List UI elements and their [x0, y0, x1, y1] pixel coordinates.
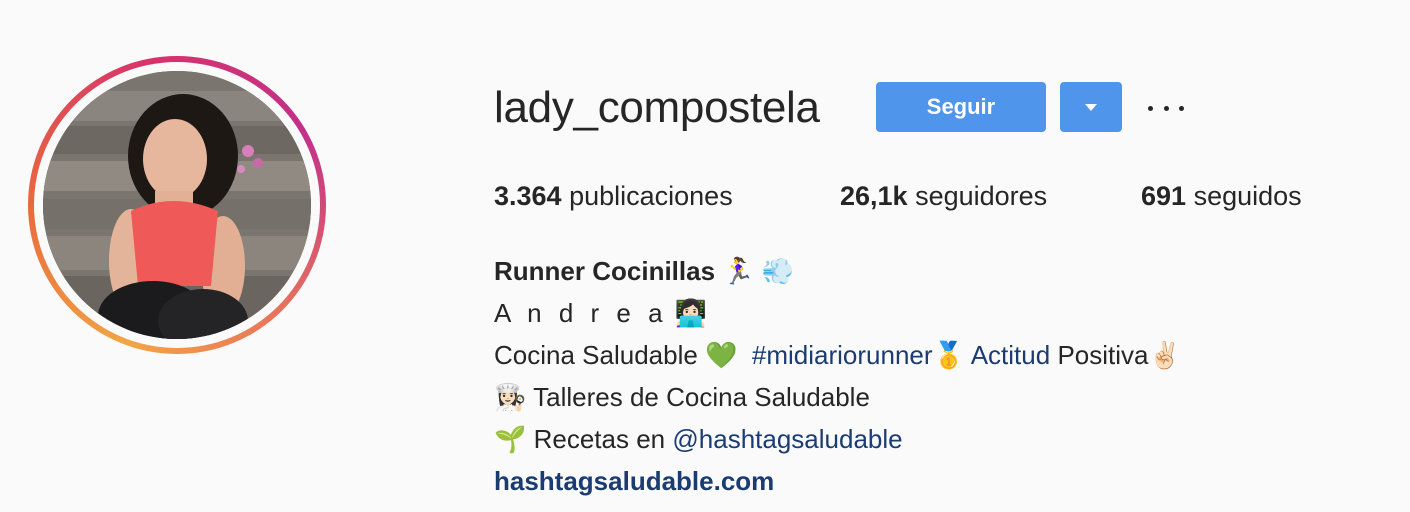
bio-line-4: 🌱 Recetas en @hashtagsaludable: [494, 420, 1181, 462]
followers-label: seguidores: [915, 181, 1048, 211]
following-label: seguidos: [1193, 181, 1302, 211]
suggestions-dropdown-button[interactable]: [1060, 82, 1122, 132]
seedling-emoji: 🌱: [494, 424, 527, 454]
cook-emoji: 👩🏻‍🍳: [494, 382, 527, 412]
following-stat[interactable]: 691 seguidos: [1141, 180, 1302, 212]
bio-website-line: hashtagsaludable.com: [494, 462, 1181, 504]
avatar-photo: [43, 71, 311, 339]
ellipsis-icon: [1148, 105, 1153, 111]
bio-line-1: A n d r e a 👩🏻‍💻: [494, 294, 1181, 336]
bio-line-3: 👩🏻‍🍳 Talleres de Cocina Saludable: [494, 378, 1181, 420]
follow-button[interactable]: Seguir: [876, 82, 1046, 132]
followers-stat[interactable]: 26,1k seguidores: [840, 180, 1047, 212]
bio-recetas: Recetas en: [533, 424, 666, 454]
following-count: 691: [1141, 181, 1187, 211]
actitud-link[interactable]: Actitud: [971, 340, 1051, 370]
bio-andrea: A n d r e a: [494, 298, 668, 328]
bio-line-2: Cocina Saludable 💚 #midiariorunner🥇 Acti…: [494, 336, 1181, 378]
ellipsis-icon: [1163, 105, 1169, 111]
bio-cocina: Cocina Saludable: [494, 340, 698, 370]
website-link[interactable]: hashtagsaludable.com: [494, 466, 774, 496]
hashtag-link[interactable]: #midiariorunner: [752, 340, 933, 370]
full-name: Runner Cocinillas: [494, 256, 716, 286]
username: lady_compostela: [494, 83, 820, 132]
profile-page: lady_compostela Seguir 3.364 publicacion…: [0, 0, 1410, 512]
posts-count: 3.364: [494, 181, 562, 211]
runner-emoji: 🏃‍♀️ 💨: [722, 256, 795, 286]
followers-count: 26,1k: [840, 181, 908, 211]
more-options-button[interactable]: [1148, 96, 1184, 120]
posts-stat: 3.364 publicaciones: [494, 180, 733, 212]
mention-link[interactable]: @hashtagsaludable: [672, 424, 902, 454]
medal-emoji: 🥇: [932, 340, 965, 370]
caret-down-icon: [1085, 103, 1097, 111]
avatar[interactable]: [43, 71, 311, 339]
victory-hand-emoji: ✌🏻: [1148, 340, 1181, 370]
technologist-emoji: 👩🏻‍💻: [674, 298, 708, 328]
bio-talleres: Talleres de Cocina Saludable: [533, 382, 870, 412]
posts-label: publicaciones: [569, 181, 733, 211]
ellipsis-icon: [1179, 105, 1184, 111]
bio-name-line: Runner Cocinillas 🏃‍♀️ 💨: [494, 252, 1181, 294]
profile-bio: Runner Cocinillas 🏃‍♀️ 💨 A n d r e a 👩🏻‍…: [494, 252, 1181, 504]
green-heart-emoji: 💚: [705, 340, 738, 370]
bio-positiva: Positiva: [1057, 340, 1149, 370]
story-ring[interactable]: [28, 56, 326, 354]
